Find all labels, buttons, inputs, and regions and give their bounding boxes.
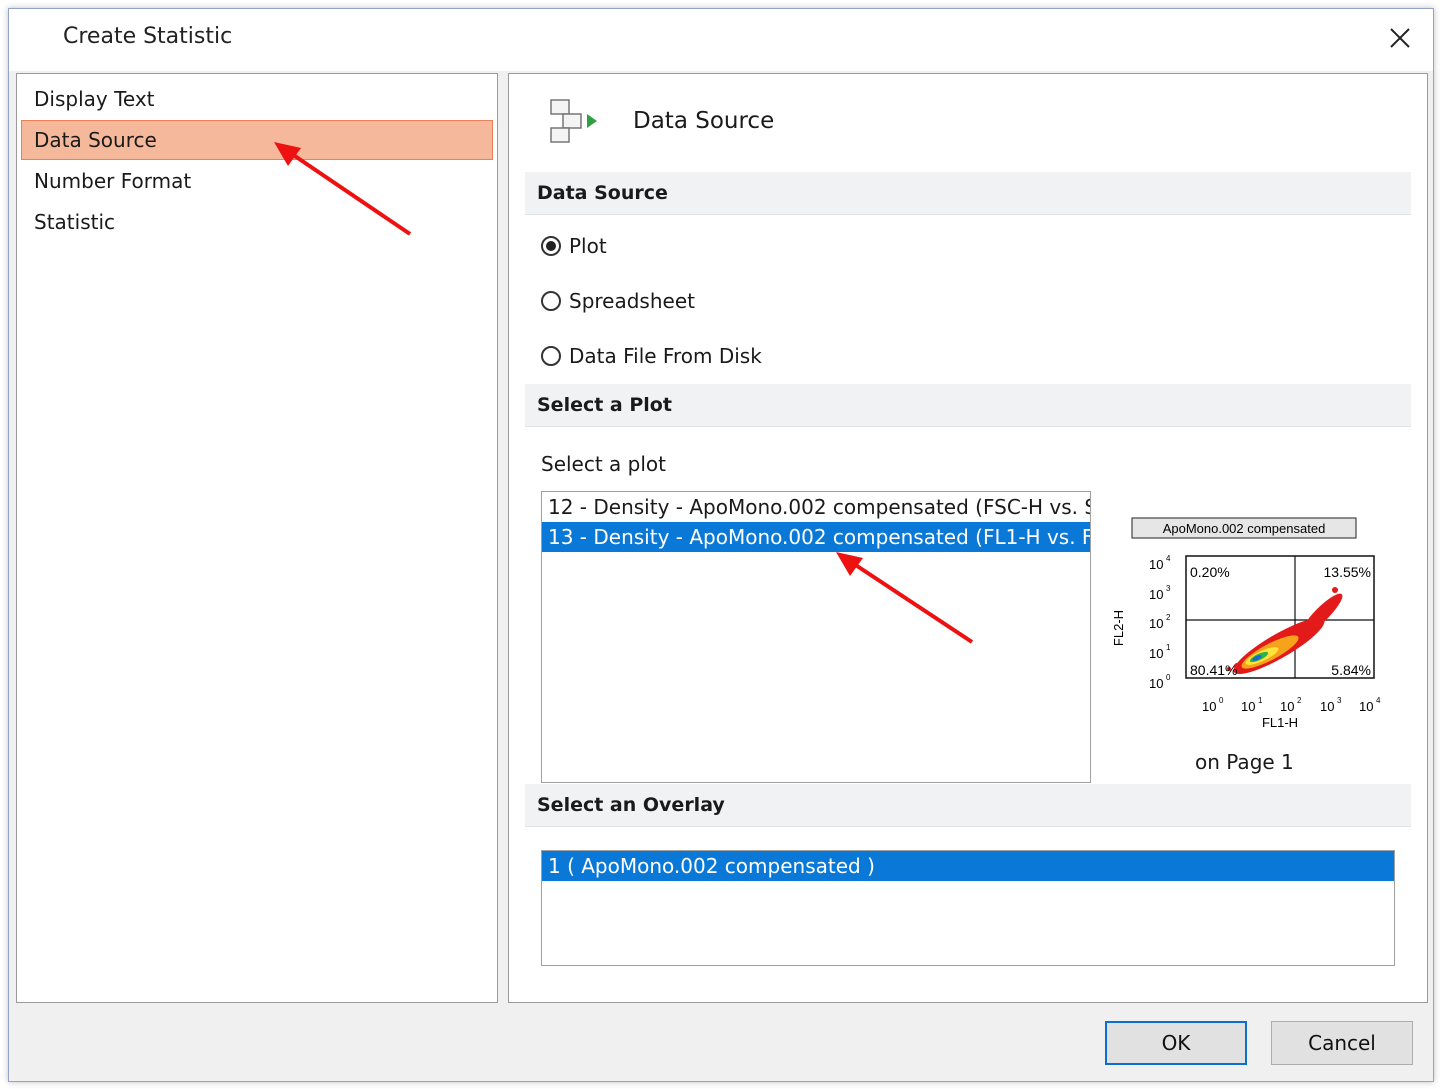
section-select-overlay: Select an Overlay xyxy=(525,784,1411,827)
radio-label-spreadsheet: Spreadsheet xyxy=(569,289,695,313)
preview-xlabel: FL1-H xyxy=(1262,715,1298,730)
x-tick-exp: 2 xyxy=(1297,696,1302,705)
close-icon[interactable] xyxy=(1385,23,1415,53)
y-tick-exp: 4 xyxy=(1166,554,1171,563)
x-tick-exp: 3 xyxy=(1337,696,1342,705)
preview-ylabel: FL2-H xyxy=(1111,610,1126,646)
preview-x-ticks: 10 0 10 1 10 2 10 3 10 4 xyxy=(1202,696,1381,714)
overlay-list-item-1[interactable]: 1 ( ApoMono.002 compensated ) xyxy=(542,851,1394,881)
x-tick-label: 10 xyxy=(1202,699,1216,714)
y-tick-label: 10 xyxy=(1149,676,1163,691)
cancel-button[interactable]: Cancel xyxy=(1271,1021,1413,1065)
preview-y-ticks: 10 4 10 3 10 2 10 1 10 0 xyxy=(1149,554,1171,691)
quadrant-bottom-right: 5.84% xyxy=(1331,662,1371,678)
select-plot-label: Select a plot xyxy=(541,452,666,476)
quadrant-top-left: 0.20% xyxy=(1190,564,1230,580)
radio-button-spreadsheet[interactable] xyxy=(541,291,561,311)
y-tick-exp: 1 xyxy=(1166,643,1171,652)
title-bar: Create Statistic xyxy=(9,9,1433,71)
plot-listbox[interactable]: 12 - Density - ApoMono.002 compensated (… xyxy=(541,491,1091,783)
x-tick-label: 10 xyxy=(1320,699,1334,714)
nav-item-number-format[interactable]: Number Format xyxy=(21,161,493,201)
x-tick-label: 10 xyxy=(1280,699,1294,714)
nav-item-data-source[interactable]: Data Source xyxy=(21,120,493,160)
y-tick-label: 10 xyxy=(1149,616,1163,631)
y-tick-label: 10 xyxy=(1149,587,1163,602)
radio-data-file[interactable]: Data File From Disk xyxy=(541,341,762,371)
y-tick-exp: 0 xyxy=(1166,673,1171,682)
create-statistic-dialog: Create Statistic Display Text Data Sourc… xyxy=(8,8,1434,1082)
ok-button[interactable]: OK xyxy=(1105,1021,1247,1065)
data-source-icon xyxy=(550,99,597,143)
y-tick-label: 10 xyxy=(1149,557,1163,572)
preview-title: ApoMono.002 compensated xyxy=(1163,521,1326,536)
radio-button-plot[interactable] xyxy=(541,236,561,256)
radio-button-data-file[interactable] xyxy=(541,346,561,366)
panel-title: Data Source xyxy=(633,108,775,134)
x-tick-label: 10 xyxy=(1241,699,1255,714)
data-source-panel: Data Source Data Source Plot Spreadsheet… xyxy=(508,73,1428,1003)
x-tick-exp: 0 xyxy=(1219,696,1224,705)
y-tick-exp: 2 xyxy=(1166,613,1171,622)
x-tick-label: 10 xyxy=(1359,699,1373,714)
section-select-plot: Select a Plot xyxy=(525,384,1411,427)
plot-list-item-12[interactable]: 12 - Density - ApoMono.002 compensated (… xyxy=(542,492,1090,522)
radio-label-plot: Plot xyxy=(569,234,607,258)
dialog-title: Create Statistic xyxy=(63,24,233,49)
nav-item-display-text[interactable]: Display Text xyxy=(21,79,493,119)
overlay-listbox[interactable]: 1 ( ApoMono.002 compensated ) xyxy=(541,850,1395,966)
y-tick-exp: 3 xyxy=(1166,584,1171,593)
plot-preview: ApoMono.002 compensated 0.20% 13.55% 80.… xyxy=(1111,517,1381,730)
section-data-source: Data Source xyxy=(525,172,1411,215)
nav-item-statistic[interactable]: Statistic xyxy=(21,202,493,242)
quadrant-bottom-left: 80.41% xyxy=(1190,662,1237,678)
y-tick-label: 10 xyxy=(1149,646,1163,661)
on-page-label: on Page 1 xyxy=(1195,750,1294,774)
x-tick-exp: 4 xyxy=(1376,696,1381,705)
radio-plot[interactable]: Plot xyxy=(541,231,607,261)
radio-spreadsheet[interactable]: Spreadsheet xyxy=(541,286,695,316)
radio-label-data-file: Data File From Disk xyxy=(569,344,762,368)
category-list: Display Text Data Source Number Format S… xyxy=(16,73,498,1003)
plot-list-item-13[interactable]: 13 - Density - ApoMono.002 compensated (… xyxy=(542,522,1090,552)
quadrant-top-right: 13.55% xyxy=(1324,564,1371,580)
x-tick-exp: 1 xyxy=(1258,696,1263,705)
